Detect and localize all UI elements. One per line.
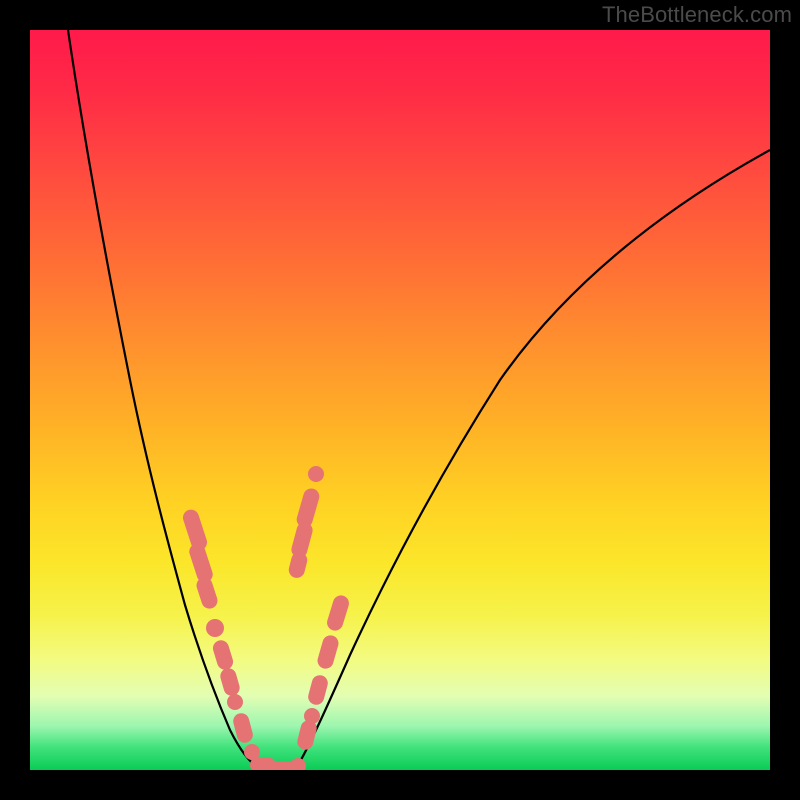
curve-right-branch xyxy=(298,150,770,765)
marker-pill xyxy=(218,666,241,697)
marker-pill xyxy=(287,550,309,579)
marker-pill xyxy=(194,575,219,610)
marker-pill xyxy=(187,542,215,585)
marker-group xyxy=(181,466,351,770)
marker-pill xyxy=(295,487,321,530)
marker-pill xyxy=(325,593,351,632)
chart-svg xyxy=(30,30,770,770)
marker-pill xyxy=(296,719,319,752)
marker-dot xyxy=(304,708,320,724)
marker-pill xyxy=(306,673,329,706)
chart-frame xyxy=(30,30,770,770)
marker-dot xyxy=(227,694,243,710)
marker-dot xyxy=(206,619,224,637)
marker-dot xyxy=(308,466,324,482)
marker-dot xyxy=(290,758,306,770)
watermark-text: TheBottleneck.com xyxy=(602,2,792,28)
marker-pill xyxy=(316,633,341,670)
marker-pill xyxy=(211,638,235,671)
